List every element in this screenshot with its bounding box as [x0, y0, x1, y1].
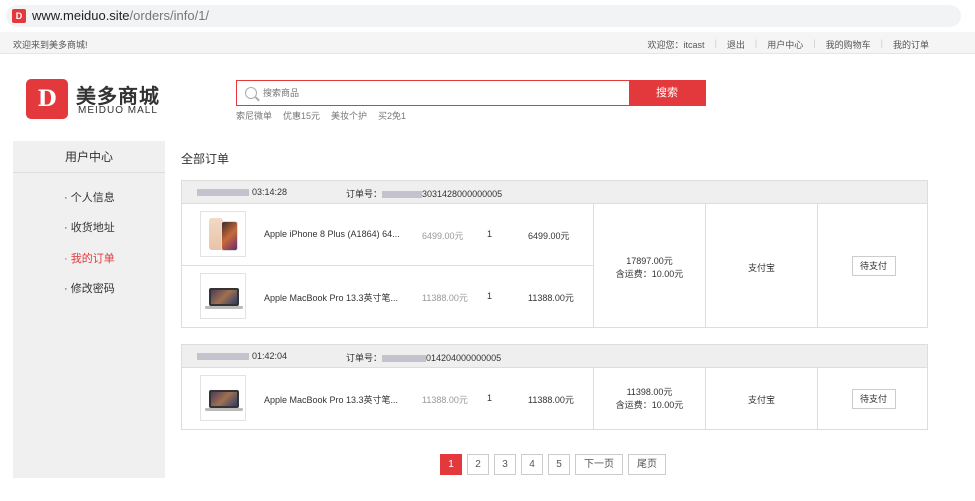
cart-link[interactable]: 我的购物车: [826, 38, 871, 51]
pay-method-cell: 支付宝: [705, 368, 817, 430]
pay-now-button[interactable]: 待支付: [851, 389, 896, 409]
divider: |: [880, 38, 883, 48]
next-page-button[interactable]: 下一页: [575, 454, 623, 475]
product-subtotal: 11388.00元: [528, 395, 574, 405]
top-links: 欢迎您：itcast | 退出 | 用户中心 | 我的购物车 | 我的订单: [648, 38, 929, 51]
product-name[interactable]: Apple MacBook Pro 13.3英寸笔...: [264, 291, 398, 304]
hot-words: 索尼微单 优惠15元 美妆个护 买2免1: [236, 109, 406, 122]
order-time: 03:14:28: [197, 187, 287, 197]
hotword-link[interactable]: 美妆个护: [331, 109, 367, 122]
pay-method-cell: 支付宝: [705, 204, 817, 328]
product-name[interactable]: Apple MacBook Pro 13.3英寸笔...: [264, 393, 398, 406]
sidebar-title: 用户中心: [13, 141, 165, 173]
hotword-link[interactable]: 索尼微单: [236, 109, 272, 122]
logo-en-text: MEIDUO MALL: [78, 105, 158, 116]
welcome-text: 欢迎来到美多商城!: [13, 40, 88, 50]
page-5-button[interactable]: 5: [548, 454, 570, 475]
page-1-button[interactable]: 1: [440, 454, 462, 475]
order-total-cell: 17897.00元 含运费：10.00元: [593, 204, 705, 328]
product-image[interactable]: [200, 211, 246, 257]
status-cell: 待支付: [817, 368, 929, 430]
page-title: 全部订单: [181, 152, 230, 166]
page-3-button[interactable]: 3: [494, 454, 516, 475]
order-card: 01:42:04 订单号： 014204000000005 Apple MacBo…: [181, 344, 928, 430]
site-logo[interactable]: D 美多商城 MEIDUO MALL: [26, 76, 166, 120]
search-input[interactable]: [263, 81, 623, 105]
order-number: 订单号： 3031428000000005: [346, 189, 503, 199]
sidebar-item-orders[interactable]: · 我的订单: [64, 250, 115, 266]
order-item-row: Apple MacBook Pro 13.3英寸笔... 11388.00元 1…: [182, 266, 593, 328]
favicon-icon: D: [12, 9, 26, 23]
product-name[interactable]: Apple iPhone 8 Plus (A1864) 64...: [264, 229, 400, 239]
pay-method: 支付宝: [747, 263, 775, 273]
order-card: 03:14:28 订单号： 3031428000000005 Apple iPho…: [181, 180, 928, 328]
hotword-link[interactable]: 优惠15元: [283, 109, 320, 122]
user-sidebar: 用户中心 · 个人信息 · 收货地址 · 我的订单 · 修改密码: [13, 141, 165, 478]
divider: |: [813, 38, 816, 48]
order-total: 11398.00元: [626, 387, 673, 397]
url-text[interactable]: www.meiduo.site/orders/info/1/: [32, 8, 209, 23]
pagination: 1 2 3 4 5 下一页 尾页: [440, 454, 671, 475]
order-header: 01:42:04 订单号： 014204000000005: [182, 345, 927, 368]
order-time: 01:42:04: [197, 351, 287, 361]
user-center-link[interactable]: 用户中心: [767, 38, 803, 51]
divider: |: [754, 38, 758, 48]
product-qty: 1: [487, 291, 493, 301]
page-4-button[interactable]: 4: [521, 454, 543, 475]
order-freight: 含运费：10.00元: [615, 269, 684, 279]
order-header: 03:14:28 订单号： 3031428000000005: [182, 181, 927, 204]
browser-url-bar: D www.meiduo.site/orders/info/1/: [0, 0, 975, 32]
product-subtotal: 6499.00元: [528, 231, 570, 241]
order-item-row: Apple iPhone 8 Plus (A1864) 64... 6499.0…: [182, 204, 593, 266]
search-box: 搜索: [236, 80, 706, 106]
product-price: 11388.00元: [422, 293, 468, 303]
order-item-row: Apple MacBook Pro 13.3英寸笔... 11388.00元 1…: [182, 368, 593, 430]
status-cell: 待支付: [817, 204, 929, 328]
last-page-button[interactable]: 尾页: [628, 454, 666, 475]
greeting-text: 欢迎您：itcast: [647, 40, 705, 50]
order-total: 17897.00元: [626, 256, 673, 266]
product-price: 11388.00元: [422, 395, 468, 405]
order-freight: 含运费：10.00元: [615, 400, 684, 410]
product-image[interactable]: [200, 375, 246, 421]
hotword-link[interactable]: 买2免1: [378, 109, 406, 122]
product-qty: 1: [487, 393, 493, 403]
search-icon: [245, 87, 257, 99]
order-total-cell: 11398.00元 含运费：10.00元: [593, 368, 705, 430]
sidebar-item-profile[interactable]: · 个人信息: [64, 189, 115, 205]
logout-link[interactable]: 退出: [727, 38, 745, 51]
top-bar: 欢迎来到美多商城! 欢迎您：itcast | 退出 | 用户中心 | 我的购物车…: [0, 32, 975, 54]
sidebar-item-password[interactable]: · 修改密码: [64, 280, 115, 296]
product-price: 6499.00元: [422, 231, 464, 241]
pay-method: 支付宝: [747, 395, 775, 405]
product-qty: 1: [487, 229, 493, 239]
divider: |: [714, 38, 717, 48]
sidebar-item-address[interactable]: · 收货地址: [64, 219, 115, 235]
product-image[interactable]: [200, 273, 246, 319]
page-2-button[interactable]: 2: [467, 454, 489, 475]
my-orders-link[interactable]: 我的订单: [893, 38, 929, 51]
order-number: 订单号： 014204000000005: [346, 353, 502, 363]
pay-now-button[interactable]: 待支付: [851, 256, 896, 276]
product-subtotal: 11388.00元: [528, 293, 574, 303]
search-button[interactable]: 搜索: [629, 81, 705, 105]
logo-mark: D: [26, 79, 68, 119]
